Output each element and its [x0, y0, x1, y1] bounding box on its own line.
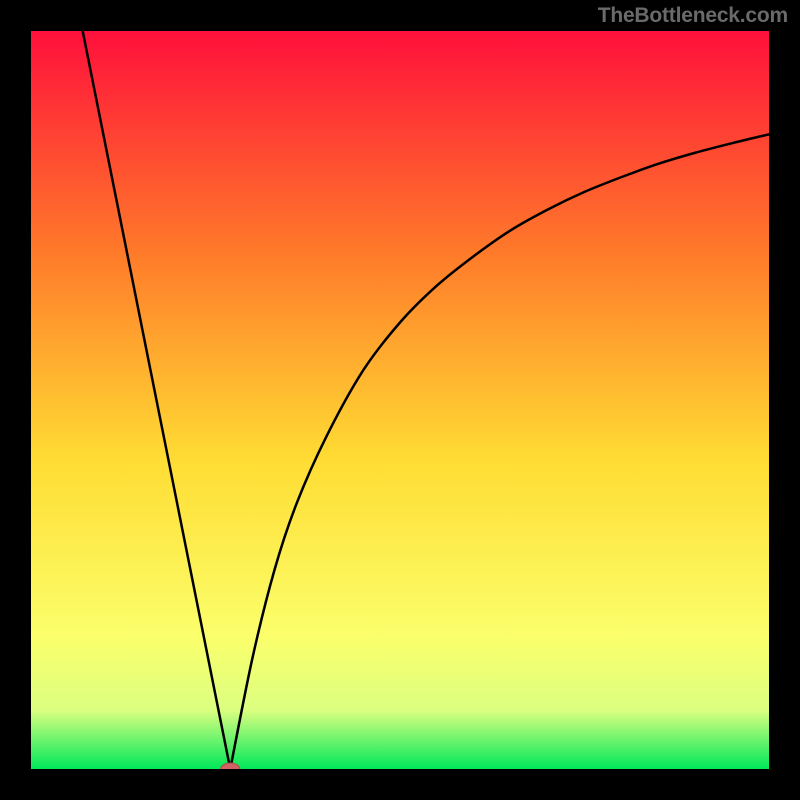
bottleneck-chart	[31, 31, 769, 769]
chart-frame: TheBottleneck.com	[0, 0, 800, 800]
plot-area	[31, 31, 769, 769]
attribution-text: TheBottleneck.com	[598, 4, 788, 28]
gradient-background	[31, 31, 769, 769]
